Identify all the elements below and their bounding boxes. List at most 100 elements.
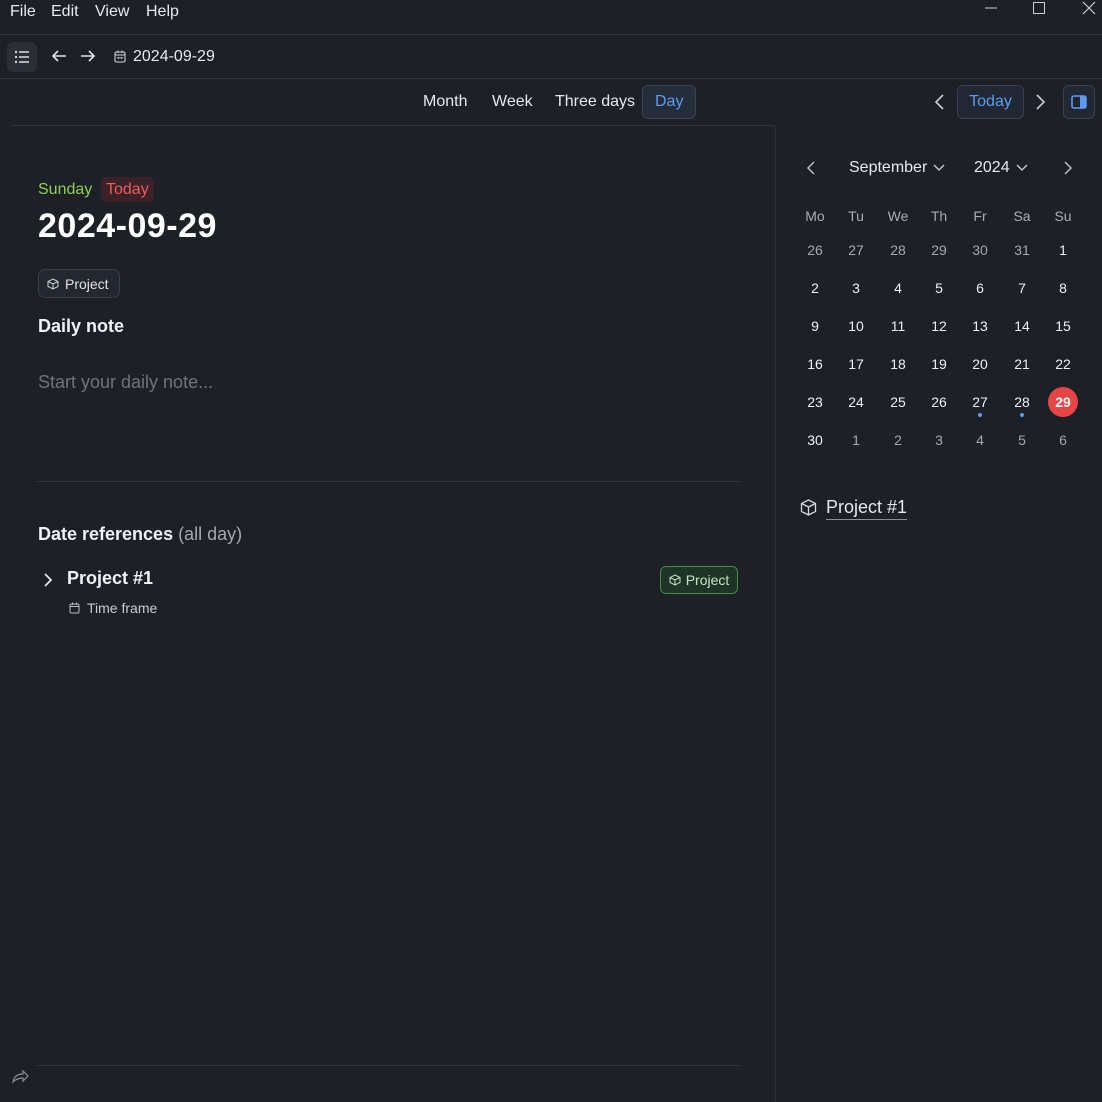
expand-chevron-icon[interactable] [40, 571, 56, 592]
project-tag-label: Project [65, 275, 109, 292]
weekday-header: Su [1054, 208, 1072, 224]
calendar-prev-month-icon[interactable] [801, 158, 821, 178]
calendar-day[interactable]: 9 [800, 311, 830, 341]
menu-edit[interactable]: Edit [51, 3, 79, 21]
calendar-day[interactable]: 13 [965, 311, 995, 341]
year-select[interactable]: 2024 [974, 159, 1028, 177]
event-dot [978, 413, 982, 417]
chevron-down-icon [1016, 164, 1028, 171]
menu-file[interactable]: File [10, 3, 36, 21]
side-project-link[interactable]: Project #1 [826, 497, 908, 520]
calendar-day[interactable]: 4 [965, 425, 995, 455]
calendar-day[interactable]: 4 [883, 273, 913, 303]
calendar-day[interactable]: 6 [965, 273, 995, 303]
back-arrow-icon[interactable] [47, 44, 71, 68]
calendar-day[interactable]: 27 [841, 235, 871, 265]
reference-title[interactable]: Project #1 [67, 568, 153, 589]
event-dot [1020, 413, 1024, 417]
calendar-day[interactable]: 22 [1048, 349, 1078, 379]
weekday-header: Mo [805, 208, 825, 224]
calendar-day[interactable]: 17 [841, 349, 871, 379]
calendar-day[interactable]: 24 [841, 387, 871, 417]
menu-help[interactable]: Help [146, 3, 179, 21]
date-references-label: Date references [38, 524, 174, 544]
menu-bar: File Edit View Help [0, 0, 1102, 35]
calendar-day[interactable]: 29 [924, 235, 954, 265]
weekday-header: We [887, 208, 909, 224]
month-label: September [849, 159, 928, 176]
reference-tag-label: Project [685, 572, 730, 588]
cube-icon [47, 277, 59, 290]
calendar-day[interactable]: 19 [924, 349, 954, 379]
maximize-icon[interactable] [1024, 0, 1054, 18]
calendar-day[interactable]: 21 [1007, 349, 1037, 379]
tab-three-days[interactable]: Three days [543, 85, 647, 119]
divider [37, 1065, 740, 1066]
list-icon [14, 50, 29, 64]
tab-month[interactable]: Month [411, 85, 479, 119]
calendar-day[interactable]: 30 [800, 425, 830, 455]
calendar-day[interactable]: 2 [800, 273, 830, 303]
calendar-day[interactable]: 7 [1007, 273, 1037, 303]
right-panel-toggle-button[interactable] [1063, 85, 1095, 119]
calendar-day[interactable]: 30 [965, 235, 995, 265]
tab-week[interactable]: Week [480, 85, 545, 119]
minimize-icon[interactable] [976, 0, 1006, 18]
calendar-icon [114, 50, 126, 66]
page-title: 2024-09-29 [38, 207, 217, 245]
calendar-day[interactable]: 23 [800, 387, 830, 417]
forward-arrow-icon[interactable] [76, 44, 100, 68]
calendar-day[interactable]: 14 [1007, 311, 1037, 341]
weekday-header: Th [930, 208, 948, 224]
next-period-icon[interactable] [1032, 93, 1048, 114]
weekday-header: Tu [848, 208, 864, 224]
date-references-title: Date references (all day) [38, 524, 242, 545]
sidebar-panel-icon [1071, 95, 1087, 109]
breadcrumb-date[interactable]: 2024-09-29 [133, 48, 215, 66]
today-button[interactable]: Today [957, 85, 1024, 119]
calendar-day[interactable]: 1 [1048, 235, 1078, 265]
calendar-day[interactable]: 3 [841, 273, 871, 303]
calendar-next-month-icon[interactable] [1058, 158, 1078, 178]
calendar-day[interactable]: 20 [965, 349, 995, 379]
calendar-icon [69, 601, 80, 617]
reference-subtitle: Time frame [87, 600, 158, 616]
weekday-label: Sunday [38, 181, 93, 198]
calendar-day[interactable]: 5 [924, 273, 954, 303]
calendar-day[interactable]: 1 [841, 425, 871, 455]
weekday-header: Fr [973, 208, 987, 224]
menu-view[interactable]: View [95, 3, 129, 21]
daily-note-input[interactable]: Start your daily note... [38, 372, 213, 393]
reference-tag-badge[interactable]: Project [660, 566, 738, 594]
calendar-day[interactable]: 31 [1007, 235, 1037, 265]
calendar-day[interactable]: 29 [1048, 387, 1078, 417]
calendar-day[interactable]: 15 [1048, 311, 1078, 341]
calendar-day[interactable]: 3 [924, 425, 954, 455]
prev-period-icon[interactable] [932, 93, 948, 114]
calendar-day[interactable]: 26 [800, 235, 830, 265]
calendar-day[interactable]: 28 [883, 235, 913, 265]
view-bar: Month Week Three days Day Today [0, 80, 1102, 125]
calendar-day[interactable]: 6 [1048, 425, 1078, 455]
share-icon[interactable] [11, 1068, 29, 1087]
calendar-day[interactable]: 18 [883, 349, 913, 379]
calendar-day[interactable]: 10 [841, 311, 871, 341]
panel-divider [775, 126, 776, 1102]
tab-day[interactable]: Day [642, 85, 697, 119]
divider [37, 481, 740, 482]
calendar-day[interactable]: 2 [883, 425, 913, 455]
calendar-day[interactable]: 12 [924, 311, 954, 341]
calendar-day[interactable]: 16 [800, 349, 830, 379]
sidebar-list-button[interactable] [7, 42, 37, 72]
calendar-day[interactable]: 26 [924, 387, 954, 417]
month-select[interactable]: September [849, 159, 945, 177]
year-label: 2024 [974, 159, 1010, 176]
calendar-day[interactable]: 11 [883, 311, 913, 341]
calendar-day[interactable]: 25 [883, 387, 913, 417]
calendar-day[interactable]: 8 [1048, 273, 1078, 303]
calendar-day[interactable]: 5 [1007, 425, 1037, 455]
project-tag-button[interactable]: Project [38, 269, 120, 298]
today-badge: Today [101, 177, 154, 202]
close-icon[interactable] [1074, 0, 1102, 18]
divider [10, 125, 775, 126]
